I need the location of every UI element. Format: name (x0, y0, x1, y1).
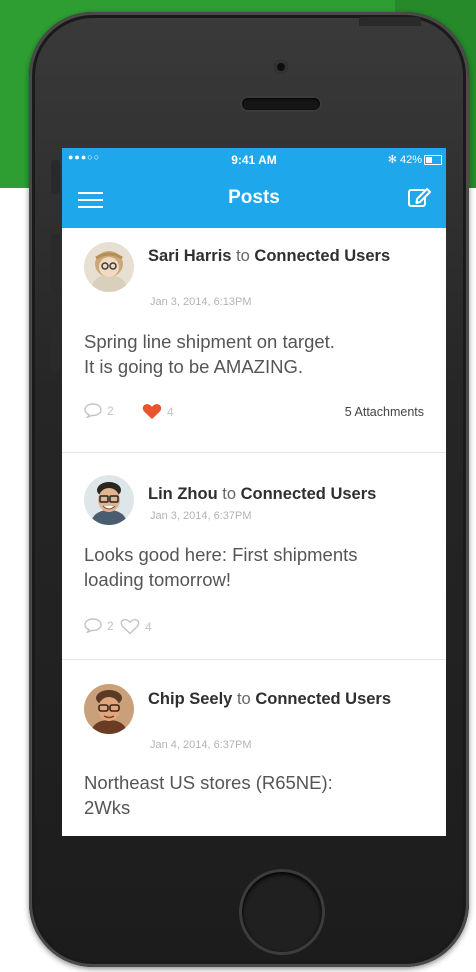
post-date: Jan 4, 2014, 6:37PM (150, 739, 252, 751)
avatar[interactable] (84, 475, 134, 525)
post-body: Spring line shipment on target. It is go… (84, 329, 434, 379)
post-body: Looks good here: First shipments loading… (84, 542, 434, 592)
front-camera (274, 60, 288, 74)
post-actions: 2 4 5 Attachments (84, 403, 424, 423)
post-author[interactable]: Lin Zhou (148, 485, 218, 503)
comment-icon (84, 403, 102, 418)
phone-screen: ●●●○○ 9:41 AM ✻ 42% Posts Sari Harris to… (62, 148, 446, 836)
avatar[interactable] (84, 242, 134, 292)
avatar[interactable] (84, 684, 134, 734)
post-card[interactable]: Lin Zhou to Connected Users Jan 3, 2014,… (62, 453, 446, 660)
post-card[interactable]: Sari Harris to Connected Users Jan 3, 20… (62, 228, 446, 453)
post-body-line: 2Wks (84, 797, 131, 818)
page-title: Posts (228, 187, 280, 208)
post-body-line: Looks good here: First shipments (84, 544, 358, 565)
battery-icon (424, 155, 442, 165)
like-button[interactable]: 4 (142, 403, 174, 420)
post-author[interactable]: Sari Harris (148, 247, 231, 265)
battery-level (426, 157, 432, 163)
post-group[interactable]: Connected Users (254, 247, 390, 265)
silent-switch (51, 160, 60, 194)
post-to-label: to (236, 690, 251, 708)
like-button[interactable]: 4 (120, 618, 152, 635)
attachments-link[interactable]: 5 Attachments (345, 405, 424, 419)
comment-count: 2 (107, 618, 114, 633)
post-body-line: Spring line shipment on target. (84, 331, 335, 352)
post-body-line: It is going to be AMAZING. (84, 356, 304, 377)
nav-bar: Posts (62, 170, 446, 228)
post-header: Lin Zhou to Connected Users (148, 483, 428, 505)
like-count: 4 (167, 404, 174, 419)
post-date: Jan 3, 2014, 6:13PM (150, 296, 252, 308)
comment-icon (84, 618, 102, 633)
like-count: 4 (145, 619, 152, 634)
post-group[interactable]: Connected Users (255, 690, 391, 708)
post-author[interactable]: Chip Seely (148, 690, 232, 708)
post-actions: 2 4 (84, 618, 424, 638)
post-body: Northeast US stores (R65NE): 2Wks (84, 770, 434, 820)
post-to-label: to (222, 485, 237, 503)
post-header: Chip Seely to Connected Users (148, 688, 428, 710)
post-card[interactable]: Chip Seely to Connected Users Jan 4, 201… (62, 660, 446, 836)
home-button[interactable] (242, 872, 322, 952)
power-button (359, 17, 421, 26)
volume-down-button (51, 312, 60, 370)
earpiece-speaker (242, 98, 320, 110)
post-body-line: loading tomorrow! (84, 569, 232, 590)
comment-count: 2 (107, 403, 114, 418)
post-to-label: to (236, 247, 250, 265)
heart-filled-icon (142, 404, 162, 419)
battery-percent: ✻ 42% (387, 154, 422, 166)
comment-button[interactable]: 2 (84, 618, 114, 633)
post-date: Jan 3, 2014, 6:37PM (150, 510, 252, 522)
status-bar: ●●●○○ 9:41 AM ✻ 42% (62, 148, 446, 170)
heart-outline-icon (120, 618, 140, 635)
post-body-line: Northeast US stores (R65NE): (84, 772, 333, 793)
post-header: Sari Harris to Connected Users (148, 245, 428, 267)
comment-button[interactable]: 2 (84, 403, 114, 418)
edit-compose-icon[interactable] (406, 184, 432, 210)
volume-up-button (51, 234, 60, 292)
post-group[interactable]: Connected Users (241, 485, 377, 503)
